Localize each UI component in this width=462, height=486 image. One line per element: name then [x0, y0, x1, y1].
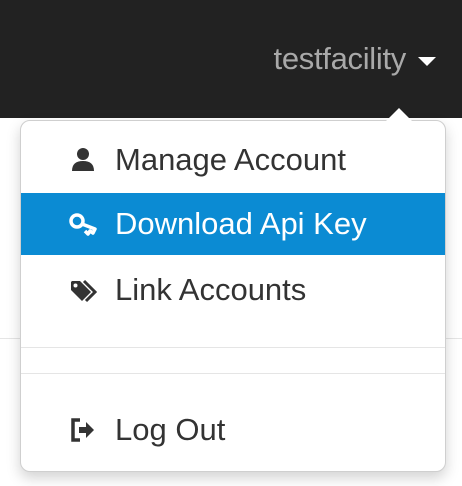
- menu-item-label: Download Api Key: [115, 206, 367, 241]
- menu-item-manage-account[interactable]: Manage Account: [21, 129, 445, 191]
- username-label: testfacility: [273, 41, 407, 76]
- user-icon: [69, 146, 97, 174]
- tags-icon: [69, 276, 97, 304]
- menu-divider: [21, 347, 445, 348]
- menu-item-label: Manage Account: [115, 142, 346, 177]
- dropdown-pointer: [385, 108, 413, 122]
- user-menu-toggle[interactable]: testfacility: [273, 36, 436, 82]
- logout-icon: [69, 416, 97, 444]
- navbar: testfacility: [0, 0, 462, 118]
- menu-item-label: Link Accounts: [115, 272, 307, 307]
- menu-divider: [21, 373, 445, 374]
- menu-item-log-out[interactable]: Log Out: [21, 399, 445, 461]
- caret-down-icon: [418, 56, 436, 66]
- menu-item-label: Log Out: [115, 412, 226, 447]
- key-icon: [69, 210, 97, 238]
- user-dropdown-menu: Manage Account Download Api Key Link Acc…: [20, 108, 446, 472]
- menu-item-link-accounts[interactable]: Link Accounts: [21, 259, 445, 321]
- menu-item-download-api-key[interactable]: Download Api Key: [21, 193, 445, 255]
